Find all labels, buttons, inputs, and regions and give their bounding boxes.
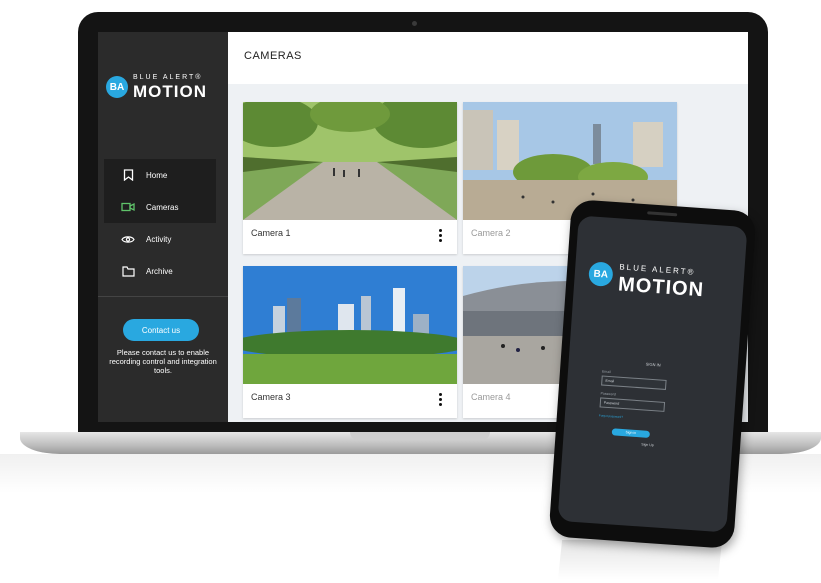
camera-card-3[interactable]: Camera 3 <box>243 266 457 418</box>
top-bar: CAMERAS <box>228 32 748 84</box>
contact-info-text: Please contact us to enable recording co… <box>109 348 217 375</box>
brand-main-text: MOTION <box>133 82 207 101</box>
more-options-icon[interactable] <box>439 393 443 408</box>
brand-badge-icon: BA <box>588 261 614 287</box>
contact-us-button[interactable]: Contact us <box>123 319 199 341</box>
sidebar-item-label: Archive <box>146 266 173 276</box>
sidebar-item-activity[interactable]: Activity <box>104 223 216 255</box>
brand-logo[interactable]: BA BLUE ALERT® MOTION <box>106 72 224 112</box>
sidebar-item-label: Activity <box>146 234 172 244</box>
phone-frame: BA BLUE ALERT® MOTION SIGN IN Email Emai… <box>548 198 757 550</box>
camera-label: Camera 3 <box>251 392 291 402</box>
video-camera-icon <box>116 202 140 212</box>
email-field[interactable]: Email <box>601 375 667 390</box>
camera-label: Camera 1 <box>251 228 291 238</box>
forgot-password-link[interactable]: Forgot password? <box>599 413 623 419</box>
camera-feed-park[interactable] <box>243 102 457 220</box>
laptop-camera <box>412 21 417 26</box>
sidebar-item-cameras[interactable]: Cameras <box>104 191 216 223</box>
camera-feed-skyline-park[interactable] <box>243 266 457 384</box>
email-label: Email <box>601 369 611 375</box>
folder-icon <box>116 265 140 277</box>
sidebar: BA BLUE ALERT® MOTION Home Cameras Activ… <box>98 32 228 422</box>
signin-button[interactable]: Sign in <box>611 428 651 438</box>
bookmark-icon <box>116 169 140 181</box>
password-field[interactable]: Password <box>599 397 666 412</box>
sidebar-nav: Home Cameras Activity Archive <box>104 159 216 287</box>
phone-brand-main: MOTION <box>617 273 705 302</box>
brand-badge-icon: BA <box>106 76 128 98</box>
camera-label: Camera 2 <box>471 228 511 238</box>
sidebar-item-label: Home <box>146 170 168 180</box>
laptop-notch <box>350 432 490 440</box>
brand-top-text: BLUE ALERT® <box>133 74 203 81</box>
password-label: Password <box>600 391 616 397</box>
sidebar-item-label: Cameras <box>146 202 179 212</box>
more-options-icon[interactable] <box>439 229 443 244</box>
camera-feed-city-square[interactable] <box>463 102 677 220</box>
eye-icon <box>116 235 140 244</box>
signin-title: SIGN IN <box>645 361 661 368</box>
phone-speaker <box>647 211 678 217</box>
page-title: CAMERAS <box>244 50 302 62</box>
sidebar-item-archive[interactable]: Archive <box>104 255 216 287</box>
sidebar-divider <box>98 296 228 297</box>
sidebar-item-home[interactable]: Home <box>104 159 216 191</box>
signup-link[interactable]: Sign Up <box>563 437 732 453</box>
camera-label: Camera 4 <box>471 392 511 402</box>
camera-card-1[interactable]: Camera 1 <box>243 102 457 254</box>
phone-screen: BA BLUE ALERT® MOTION SIGN IN Email Emai… <box>557 215 748 533</box>
